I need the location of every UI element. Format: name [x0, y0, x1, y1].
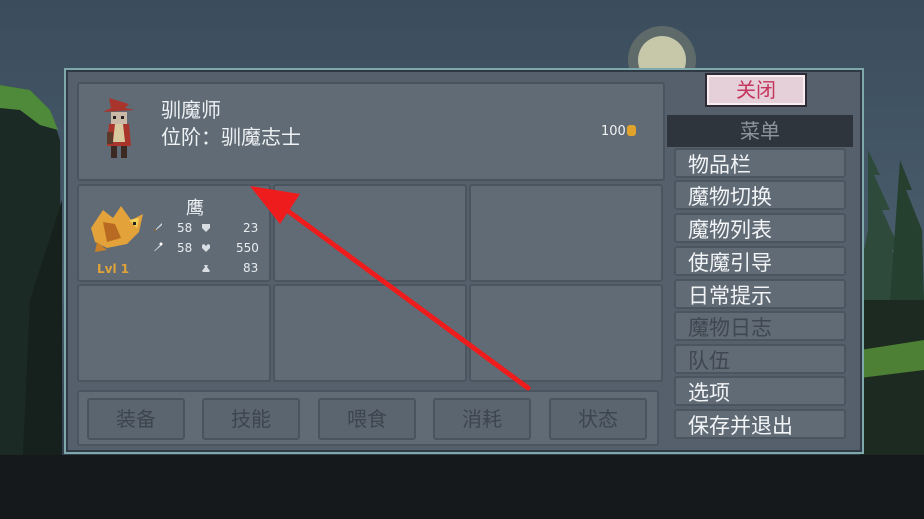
- skills-button[interactable]: 技能: [202, 398, 300, 440]
- monster-health: 550: [236, 241, 259, 255]
- tamer-sprite: [103, 98, 135, 158]
- eagle-sprite: [91, 206, 143, 252]
- consume-button[interactable]: 消耗: [433, 398, 531, 440]
- menu-item-monster-journal: 魔物日志: [674, 311, 846, 341]
- equip-button[interactable]: 装备: [87, 398, 185, 440]
- monster-level: Lvl 1: [97, 262, 130, 276]
- coin-icon: [626, 125, 636, 136]
- menu-item-familiar-guide[interactable]: 使魔引导: [674, 246, 846, 276]
- heart-icon: [202, 244, 210, 252]
- monster-defense: 23: [243, 221, 259, 235]
- monster-slot-4[interactable]: [77, 284, 271, 382]
- monster-slot-2[interactable]: [273, 184, 467, 282]
- monster-slot-5[interactable]: [273, 284, 467, 382]
- menu-item-monster-switch[interactable]: 魔物切换: [674, 180, 846, 210]
- pouch-icon: [202, 265, 210, 272]
- gold-count: 100: [601, 124, 636, 139]
- wand-icon: [154, 242, 163, 251]
- player-rank: 位阶：驯魔志士: [161, 125, 301, 149]
- sword-icon: [154, 223, 162, 231]
- menu-item-inventory[interactable]: 物品栏: [674, 148, 846, 178]
- monster-slot-6[interactable]: [469, 284, 663, 382]
- menu-item-monster-list[interactable]: 魔物列表: [674, 213, 846, 243]
- menu-item-save-exit[interactable]: 保存并退出: [674, 409, 846, 439]
- shield-icon: [202, 224, 210, 232]
- player-title: 驯魔师: [161, 98, 221, 122]
- gold-amount: 100: [601, 124, 626, 139]
- monster-slot-3[interactable]: [469, 184, 663, 282]
- menu-item-options[interactable]: 选项: [674, 376, 846, 406]
- monster-stat3: 83: [243, 261, 259, 275]
- status-button[interactable]: 状态: [549, 398, 647, 440]
- monster-magic: 58: [177, 241, 193, 255]
- feed-button[interactable]: 喂食: [318, 398, 416, 440]
- menu-item-party: 队伍: [674, 344, 846, 374]
- monster-slot-1[interactable]: 鹰 58 23 58 550 Lvl 1 83: [77, 184, 271, 282]
- monster-name: 鹰: [186, 198, 204, 219]
- monster-attack: 58: [177, 221, 193, 235]
- menu-item-daily-tips[interactable]: 日常提示: [674, 279, 846, 309]
- close-button[interactable]: 关闭: [705, 73, 807, 107]
- action-bar: 装备 技能 喂食 消耗 状态: [77, 390, 659, 446]
- player-info-card: 驯魔师 位阶：驯魔志士 100: [77, 82, 665, 181]
- menu-header: 菜单: [667, 115, 853, 147]
